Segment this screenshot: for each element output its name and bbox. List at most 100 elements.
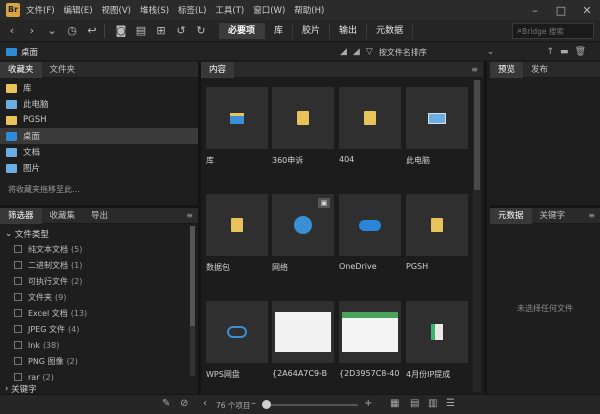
favorite-pictures[interactable]: 图片 [0,160,198,176]
filter-group-file-type[interactable]: ⌄ 文件类型 [0,226,188,241]
new-folder-icon[interactable]: ▬ [560,47,569,57]
filter-item[interactable]: 二进制文档 (1) [0,257,188,273]
checkbox[interactable] [14,325,22,333]
filter-item[interactable]: JPEG 文件 (4) [0,321,188,337]
tab-keywords[interactable]: 关键字 [532,208,574,224]
chevron-left-icon[interactable]: ‹ [203,398,207,409]
zoom-in-icon[interactable]: + [364,398,372,409]
filter-item[interactable]: 可执行文件 (2) [0,273,188,289]
rating-filter-icon[interactable]: ◢ [340,47,347,57]
thumbnail-view-icon[interactable]: ▤ [410,398,419,409]
rotate-left-icon[interactable]: ↺ [173,23,189,39]
menu-stack[interactable]: 堆栈(S) [140,4,169,16]
checkbox[interactable] [14,261,22,269]
checkbox[interactable] [14,245,22,253]
menu-view[interactable]: 视图(V) [102,4,131,16]
favorite-documents[interactable]: 文档 [0,144,198,160]
boomerang-icon[interactable]: ↩ [84,23,100,39]
back-icon[interactable]: ‹ [4,23,20,39]
refine-icon[interactable]: ▤ [133,23,149,39]
delete-icon[interactable]: 🗑 [575,47,586,57]
tab-content[interactable]: 内容 [201,61,235,78]
tab-preview[interactable]: 预览 [490,61,524,78]
favorite-desktop[interactable]: 桌面 [0,128,198,144]
zoom-out-icon[interactable]: – [251,398,256,409]
thumbnail[interactable]: OneDrive [339,194,401,271]
chevron-down-icon[interactable]: ⌄ [487,47,495,57]
slider-knob[interactable] [262,400,271,409]
workspace-output[interactable]: 输出 [330,22,368,39]
scrollbar-thumb[interactable] [474,80,480,190]
pin-icon[interactable]: ✎ [162,398,170,409]
open-recent-icon[interactable]: ⊞ [153,23,169,39]
rotate-right-icon[interactable]: ↻ [193,23,209,39]
menu-help[interactable]: 帮助(H) [294,4,324,16]
thumbnail[interactable]: PGSH [406,194,468,271]
filter-scrollbar[interactable] [190,226,195,376]
tab-export[interactable]: 导出 [83,208,116,224]
tab-metadata[interactable]: 元数据 [490,207,532,224]
quality-icon[interactable]: ◢ [353,47,360,57]
tab-collections[interactable]: 收藏集 [42,208,84,224]
scrollbar-thumb[interactable] [190,226,195,326]
thumbnail-size-slider[interactable] [262,404,358,406]
forward-icon[interactable]: › [24,23,40,39]
menu-window[interactable]: 窗口(W) [253,4,285,16]
search-input[interactable] [522,26,589,36]
content-scrollbar[interactable] [473,80,481,392]
camera-icon[interactable]: ◙ [113,23,129,39]
checkbox[interactable] [14,357,22,365]
thumbnail[interactable]: WPS网盘 [206,301,268,380]
sort-dropdown[interactable]: 按文件名排序 [379,47,487,58]
menu-edit[interactable]: 编辑(E) [64,4,93,16]
tab-publish[interactable]: 发布 [523,62,556,78]
panel-splitter[interactable] [484,62,487,394]
favorite-library[interactable]: 库 [0,80,198,96]
thumbnail[interactable]: {2A64A7C9-B [272,301,334,378]
checkbox[interactable] [14,373,22,381]
filter-item[interactable]: lnk (38) [0,337,188,353]
search-box[interactable]: ⌕ [512,23,594,39]
checkbox[interactable] [14,293,22,301]
filter-icon[interactable]: ▽ [366,47,373,57]
sort-direction-icon[interactable]: ↑ [547,47,555,57]
filter-item[interactable]: 文件夹 (9) [0,289,188,305]
thumbnail[interactable]: 此电脑 [406,87,468,166]
workspace-essentials[interactable]: 必要项 [219,22,266,39]
panel-menu-icon[interactable]: ≡ [471,65,478,74]
details-view-icon[interactable]: ▥ [428,398,437,409]
maximize-icon[interactable]: □ [548,0,574,20]
no-filter-icon[interactable]: ⊘ [180,398,188,409]
checkbox[interactable] [14,277,22,285]
recent-icon[interactable]: ◷ [64,23,80,39]
favorite-pgsh[interactable]: PGSH [0,112,198,128]
menu-label[interactable]: 标签(L) [178,4,206,16]
thumbnail[interactable]: 数据包 [206,194,268,273]
list-view-icon[interactable]: ☰ [446,398,455,409]
thumbnail[interactable]: {2D3957C8-40 [339,301,401,378]
workspace-library[interactable]: 库 [265,22,294,39]
parent-folder-icon[interactable]: ⌄ [44,23,60,39]
filter-item[interactable]: PNG 图像 (2) [0,353,188,369]
thumbnail[interactable]: 360申诉 [272,87,334,166]
checkbox[interactable] [14,341,22,349]
breadcrumb[interactable]: 桌面 [21,46,38,58]
tab-folders[interactable]: 文件夹 [42,62,84,78]
favorite-this-pc[interactable]: 此电脑 [0,96,198,112]
thumbnail[interactable]: 库 [206,87,268,166]
tab-filter[interactable]: 筛选器 [0,207,42,224]
close-icon[interactable]: ✕ [574,0,600,20]
workspace-filmstrip[interactable]: 胶片 [293,22,331,39]
grid-view-icon[interactable]: ▦ [390,398,399,409]
minimize-icon[interactable]: – [522,0,548,20]
thumbnail[interactable]: 404 [339,87,401,164]
tab-favorites[interactable]: 收藏夹 [0,61,42,78]
panel-menu-icon[interactable]: ≡ [186,211,193,220]
thumbnail[interactable]: ▣ 网络 [272,194,334,273]
thumbnail[interactable]: 4月份IP提成 [406,301,468,380]
workspace-metadata[interactable]: 元数据 [367,22,414,39]
filter-item[interactable]: 纯文本文档 (5) [0,241,188,257]
checkbox[interactable] [14,309,22,317]
panel-menu-icon[interactable]: ≡ [588,211,595,220]
filter-item[interactable]: Excel 文档 (13) [0,305,188,321]
